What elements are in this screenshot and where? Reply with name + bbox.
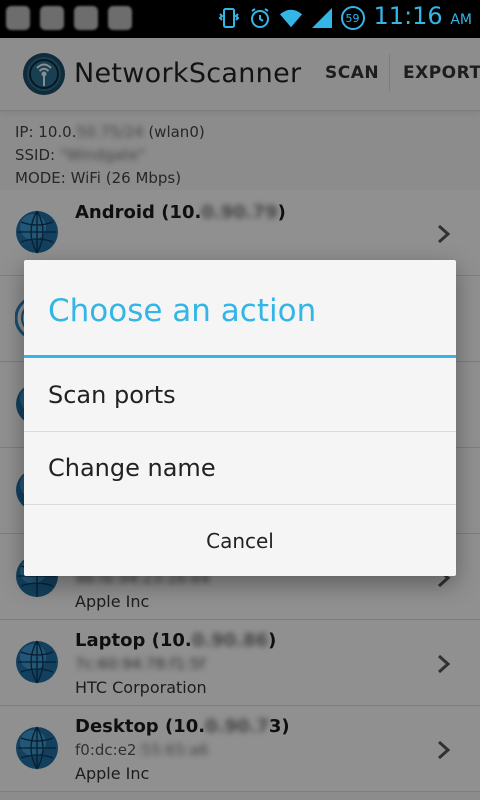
battery-level-badge: 59 [340, 6, 365, 30]
notification-icon [74, 6, 98, 30]
vibrate-icon [217, 6, 241, 30]
change-name-option[interactable]: Change name [24, 432, 456, 504]
alarm-icon [248, 6, 272, 30]
dialog-title-divider [24, 355, 456, 358]
screen: 59 11:16 AM NetworkScanner SCAN EXPORT I… [0, 0, 480, 800]
clock: 11:16 AM [374, 4, 472, 32]
notification-icon [108, 6, 132, 30]
notification-icon [6, 6, 30, 30]
wifi-icon [279, 6, 303, 30]
notification-icon [40, 6, 64, 30]
dialog-title: Choose an action [48, 293, 317, 329]
signal-icon [310, 6, 334, 30]
action-dialog: Choose an action Scan ports Change name … [24, 260, 456, 576]
clock-time: 11:16 [373, 2, 443, 30]
notification-icons [6, 6, 132, 30]
cancel-button[interactable]: Cancel [24, 505, 456, 576]
scan-ports-option[interactable]: Scan ports [24, 359, 456, 431]
clock-ampm: AM [450, 12, 472, 28]
status-bar: 59 11:16 AM [0, 0, 480, 38]
